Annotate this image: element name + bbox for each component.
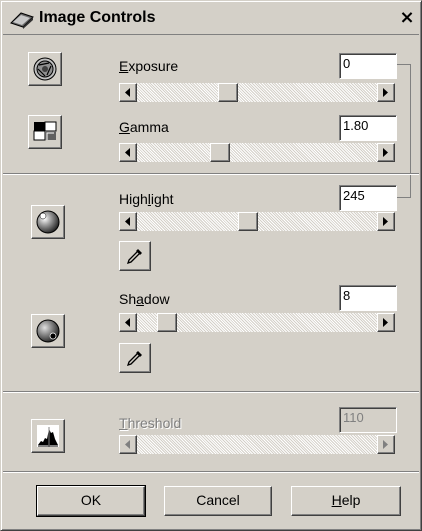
aperture-icon [33, 57, 57, 81]
arrow-right-icon [383, 88, 388, 97]
exposure-value-field[interactable]: 0 [339, 53, 397, 79]
shadow-icon-box [31, 314, 65, 348]
highlight-decrease-button[interactable] [119, 212, 137, 231]
window-title: Image Controls [39, 9, 156, 26]
image-controls-dialog: Image Controls × Exposure 0 Gamma 1.80 H… [0, 0, 422, 531]
gamma-slider-thumb[interactable] [209, 143, 230, 162]
close-icon: × [399, 7, 415, 28]
gamma-increase-button[interactable] [377, 143, 395, 162]
gamma-value-field[interactable]: 1.80 [339, 115, 397, 141]
eyedropper-icon [126, 351, 142, 367]
highlight-slider-thumb[interactable] [238, 212, 259, 231]
separator [3, 173, 419, 175]
shadow-sphere-icon [36, 319, 60, 343]
title-bar[interactable]: Image Controls × [3, 3, 419, 35]
exposure-increase-button[interactable] [377, 83, 395, 102]
highlight-slider[interactable] [119, 212, 395, 231]
cancel-button[interactable]: Cancel [164, 486, 272, 516]
exposure-label: Exposure [119, 58, 179, 74]
shadow-label: Shadow [119, 291, 170, 307]
gamma-icon-box [28, 115, 62, 149]
exposure-decrease-button[interactable] [119, 83, 137, 102]
separator [3, 471, 419, 473]
highlight-sphere-icon [36, 210, 60, 234]
highlight-icon-box [31, 205, 65, 239]
threshold-label: Threshold [119, 415, 182, 431]
arrow-left-icon [125, 88, 130, 97]
shadow-slider[interactable] [119, 313, 395, 332]
shadow-value-field[interactable]: 8 [339, 285, 397, 311]
arrow-right-icon [383, 217, 388, 226]
arrow-left-icon [125, 318, 130, 327]
threshold-increase-button [377, 435, 395, 454]
gamma-decrease-button[interactable] [119, 143, 137, 162]
help-button[interactable]: Help [291, 486, 401, 516]
highlight-increase-button[interactable] [377, 212, 395, 231]
highlight-eyedropper-button[interactable] [119, 241, 151, 271]
threshold-value-field: 110 [339, 407, 397, 433]
arrow-right-icon [383, 440, 388, 449]
arrow-left-icon [125, 440, 130, 449]
histogram-icon [37, 425, 59, 447]
arrow-left-icon [125, 148, 130, 157]
highlight-value-field[interactable]: 245 [339, 185, 397, 211]
arrow-right-icon [383, 318, 388, 327]
link-bracket [397, 64, 411, 198]
shadow-decrease-button[interactable] [119, 313, 137, 332]
threshold-icon-box [31, 419, 65, 453]
ok-button[interactable]: OK [36, 485, 146, 517]
arrow-right-icon [383, 148, 388, 157]
exposure-icon-box [28, 52, 62, 86]
exposure-slider-thumb[interactable] [218, 83, 239, 102]
shadow-slider-thumb[interactable] [156, 313, 177, 332]
threshold-decrease-button [119, 435, 137, 454]
separator [3, 391, 419, 393]
arrow-left-icon [125, 217, 130, 226]
scanner-app-icon [10, 12, 34, 29]
shadow-eyedropper-button[interactable] [119, 343, 151, 373]
highlight-label: Highlight [119, 191, 174, 207]
shadow-increase-button[interactable] [377, 313, 395, 332]
threshold-slider [119, 435, 395, 454]
close-button[interactable]: × [397, 9, 417, 29]
gamma-slider[interactable] [119, 143, 395, 162]
exposure-slider[interactable] [119, 83, 395, 102]
eyedropper-icon [126, 249, 142, 265]
gamma-label: Gamma [119, 119, 169, 135]
gamma-curve-icon [33, 121, 57, 141]
